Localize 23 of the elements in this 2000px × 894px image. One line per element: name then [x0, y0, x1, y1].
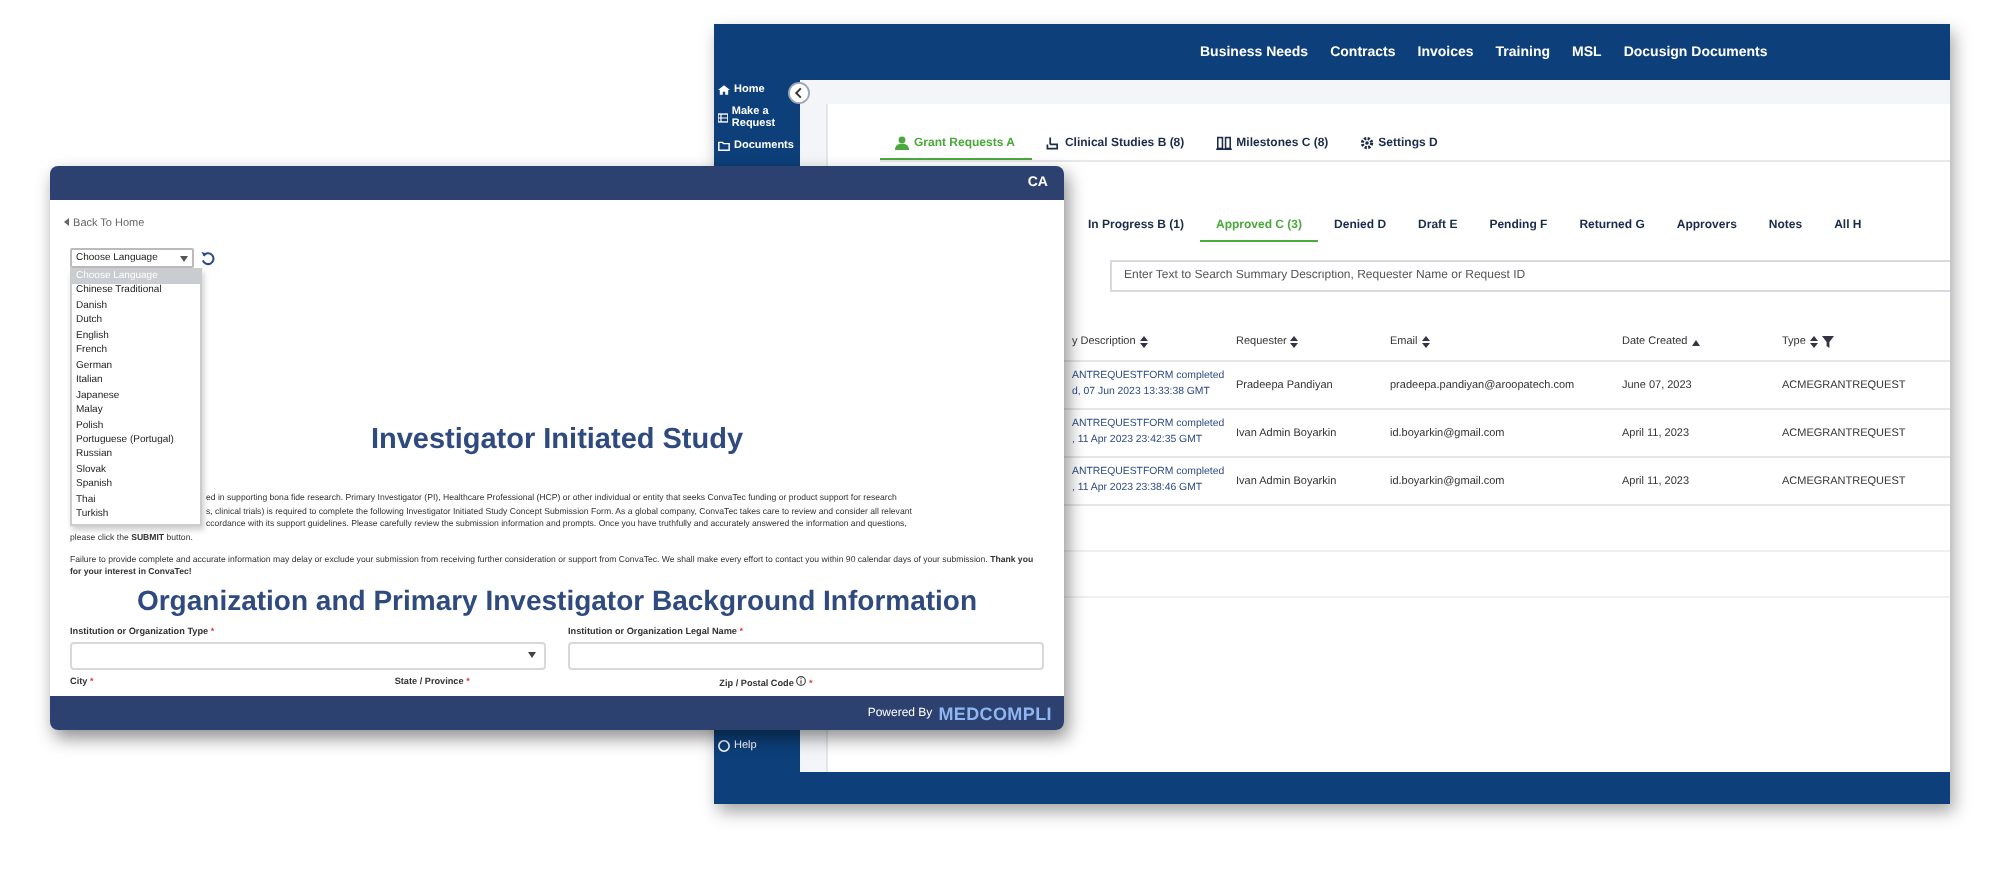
- filter-icon[interactable]: [1821, 336, 1834, 348]
- person-icon: [894, 136, 910, 150]
- page-heading: Investigator Initiated Study: [370, 424, 744, 456]
- caret-icon: [180, 255, 188, 261]
- sort-icon[interactable]: [1809, 336, 1818, 348]
- home-icon: [718, 84, 730, 96]
- select-field[interactable]: [70, 641, 546, 670]
- sort-ascending-icon[interactable]: [1691, 339, 1700, 345]
- help-icon: [718, 740, 730, 752]
- input-field[interactable]: [568, 641, 1044, 670]
- sort-icon[interactable]: [1290, 336, 1299, 348]
- columns-icon: [1216, 136, 1233, 150]
- folder-icon: [718, 140, 730, 152]
- collapse-button[interactable]: [788, 82, 810, 104]
- caret-icon: [528, 652, 536, 659]
- sort-icon[interactable]: [1139, 336, 1148, 348]
- refresh-icon[interactable]: [200, 250, 216, 266]
- section-heading: Organization and Primary Investigator Background Information: [134, 583, 980, 616]
- chevron-left-icon: [64, 218, 70, 226]
- sort-icon[interactable]: [1421, 336, 1430, 348]
- brand-logo-text: MEDCOMPLI: [938, 703, 1052, 723]
- settings-icon: [1360, 136, 1375, 150]
- list-icon: [718, 112, 728, 124]
